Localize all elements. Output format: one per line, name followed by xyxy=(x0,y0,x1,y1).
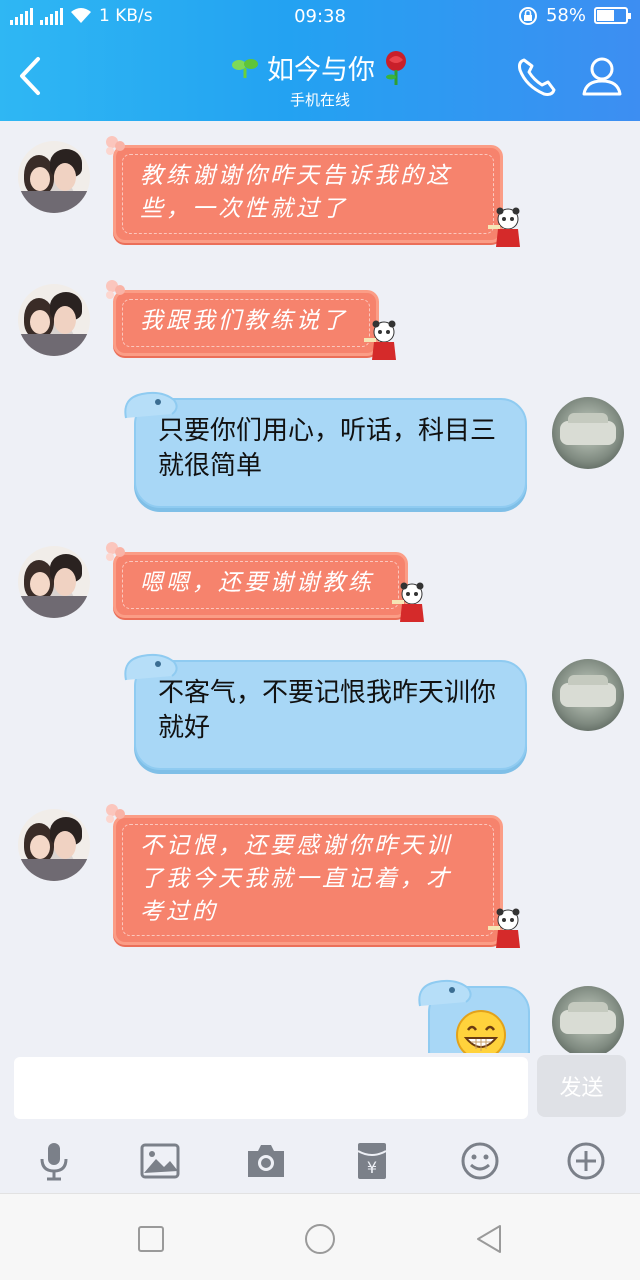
recent-apps-icon[interactable] xyxy=(134,1222,168,1256)
image-icon[interactable] xyxy=(138,1139,182,1183)
contact-avatar[interactable] xyxy=(18,546,90,618)
message-bubble-left[interactable]: 嗯嗯，还要谢谢教练 xyxy=(113,552,408,618)
contact-avatar[interactable] xyxy=(18,284,90,356)
back-triangle-icon[interactable] xyxy=(472,1222,506,1256)
my-avatar[interactable] xyxy=(552,986,624,1058)
my-avatar[interactable] xyxy=(552,659,624,731)
home-icon[interactable] xyxy=(303,1222,337,1256)
battery-percent: 58% xyxy=(545,5,586,26)
red-packet-icon[interactable]: ¥ xyxy=(350,1139,394,1183)
battery-icon xyxy=(594,7,631,24)
system-nav-bar xyxy=(0,1193,640,1280)
send-button[interactable]: 发送 xyxy=(537,1055,626,1117)
status-bar: 1 KB/s 09:38 58% xyxy=(0,0,640,34)
rotation-lock-icon xyxy=(518,6,537,25)
flower-icon xyxy=(106,804,125,823)
panda-sticker-icon xyxy=(392,582,424,622)
input-toolbar: ¥ xyxy=(0,1129,640,1193)
message-bubble-left[interactable]: 不记恨，还要感谢你昨天训了我今天我就一直记着，才考过的 xyxy=(113,815,503,945)
whale-bubble-icon xyxy=(124,391,178,419)
contact-avatar[interactable] xyxy=(18,809,90,881)
camera-icon[interactable] xyxy=(244,1139,288,1183)
plus-icon[interactable] xyxy=(564,1139,608,1183)
message-bubble-left[interactable]: 教练谢谢你昨天告诉我的这些，一次性就过了 xyxy=(113,145,503,243)
rose-icon xyxy=(386,50,406,85)
svg-text:¥: ¥ xyxy=(367,1158,377,1177)
chat-title: 如今与你 xyxy=(267,55,375,86)
panda-sticker-icon xyxy=(364,320,396,360)
message-input[interactable] xyxy=(14,1057,528,1119)
emoji-icon[interactable] xyxy=(458,1139,502,1183)
my-avatar[interactable] xyxy=(552,397,624,469)
input-area: 发送 xyxy=(0,1053,640,1129)
whale-bubble-icon xyxy=(418,979,472,1007)
message-bubble-left[interactable]: 我跟我们教练说了 xyxy=(113,290,379,356)
whale-bubble-icon xyxy=(124,653,178,681)
chat-header: 1 KB/s 09:38 58% 如今与你 手机在线 xyxy=(0,0,640,121)
profile-icon[interactable] xyxy=(580,54,624,98)
panda-sticker-icon xyxy=(488,207,520,247)
panda-sticker-icon xyxy=(488,908,520,948)
sprout-icon xyxy=(232,58,258,78)
mic-icon[interactable] xyxy=(32,1139,76,1183)
flower-icon xyxy=(106,136,125,155)
contact-avatar[interactable] xyxy=(18,141,90,213)
flower-icon xyxy=(106,542,125,561)
flower-icon xyxy=(106,280,125,299)
message-bubble-right[interactable]: 不客气，不要记恨我昨天训你就好 xyxy=(134,660,527,770)
phone-call-icon[interactable] xyxy=(514,54,560,100)
message-bubble-right[interactable]: 只要你们用心，听话，科目三就很简单 xyxy=(134,398,527,508)
